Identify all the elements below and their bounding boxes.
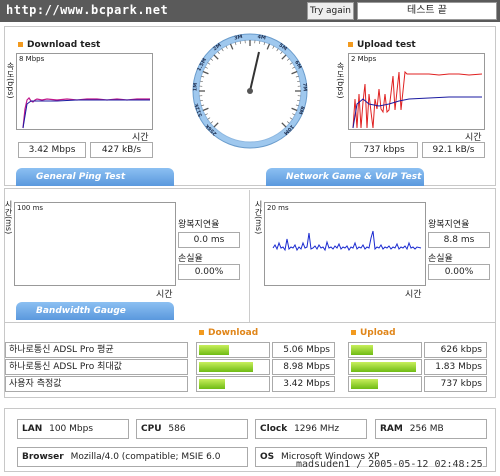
bw-upload-value: 1.83 Mbps	[424, 359, 487, 375]
upload-graph: 2 Mbps	[348, 53, 485, 130]
game-rtt-label: 왕복지연율	[428, 220, 470, 230]
panel-divider	[249, 190, 250, 324]
game-loss-value: 0.00%	[428, 264, 490, 280]
download-title: Download test	[18, 40, 100, 50]
download-line-chart	[22, 97, 150, 129]
clock-info: Clock 1296 MHz	[255, 419, 367, 439]
upload-kbps: 737 kbps	[350, 142, 418, 158]
lan-info: LAN 100 Mbps	[17, 419, 129, 439]
footer-stamp: madsuden1 / 2005-05-12 02:48:25	[296, 459, 483, 470]
bw-upload-bar	[348, 342, 422, 358]
bw-download-fill	[199, 379, 225, 389]
ping-graph: 100 ms	[14, 202, 176, 286]
bandwidth-banner: Bandwidth Gauge	[16, 302, 174, 320]
gauge-hub	[247, 88, 253, 94]
bw-download-bar	[196, 376, 270, 392]
bw-download-value: 3.42 Mbps	[272, 376, 335, 392]
gauge-tick-label: 1M	[192, 83, 199, 92]
cpu-info: CPU 586	[136, 419, 248, 439]
test-status: 테스트 끝	[357, 2, 497, 20]
bw-row-label: 하나로통신 ADSL Pro 평균	[5, 342, 188, 358]
ping-rtt-value: 0.0 ms	[178, 232, 240, 248]
bullet-icon	[348, 42, 353, 47]
bw-download-value: 8.98 Mbps	[272, 359, 335, 375]
bw-download-bar	[196, 359, 270, 375]
game-line-chart	[272, 230, 422, 252]
bw-upload-fill	[351, 379, 379, 389]
ping-loss-label: 손실율	[178, 254, 203, 264]
upload-ylabel: 속도(bps)	[336, 62, 345, 99]
bw-download-bar	[196, 342, 270, 358]
ram-info: RAM 256 MB	[375, 419, 487, 439]
game-ylabel: 시간(ms)	[254, 200, 263, 235]
bw-upload-value: 626 kbps	[424, 342, 487, 358]
bullet-icon	[18, 42, 23, 47]
ping-rtt-label: 왕복지연율	[178, 220, 220, 230]
bullet-icon	[199, 330, 204, 335]
game-rtt-value: 8.8 ms	[428, 232, 490, 248]
download-ylabel: 속도(bps)	[6, 62, 15, 99]
bw-upload-value: 737 kbps	[424, 376, 487, 392]
upload-kbs: 92.1 kB/s	[422, 142, 485, 158]
game-voip-banner: Network Game & VoIP Test	[266, 168, 424, 186]
download-graph: 8 Mbps	[16, 53, 153, 130]
general-ping-banner: General Ping Test	[16, 168, 174, 186]
ping-scale: 100 ms	[17, 204, 44, 212]
bw-upload-fill	[351, 362, 416, 372]
ping-ylabel: 시간(ms)	[4, 200, 13, 235]
try-again-button[interactable]: Try again	[307, 2, 354, 20]
bw-upload-fill	[351, 345, 374, 355]
bw-download-fill	[199, 345, 229, 355]
bw-row-label: 하나로통신 ADSL Pro 최대값	[5, 359, 188, 375]
browser-info: Browser Mozilla/4.0 (compatible; MSIE 6.…	[17, 447, 248, 467]
game-scale: 20 ms	[267, 204, 289, 212]
bw-upload-title: Upload	[351, 328, 396, 338]
download-mbps: 3.42 Mbps	[18, 142, 86, 158]
ping-loss-value: 0.00%	[178, 264, 240, 280]
bw-row-label: 사용자 측정값	[5, 376, 188, 392]
site-url: http://www.bcpark.net	[6, 3, 169, 17]
game-loss-label: 손실율	[428, 254, 453, 264]
bw-upload-bar	[348, 359, 422, 375]
speed-gauge: 256k 512k 1M 1.5M 2M 3M 4M 5M 6M 7M 8M 10M	[191, 32, 309, 150]
gauge-tick-label: 7M	[301, 83, 308, 92]
upload-scale: 2 Mbps	[351, 55, 377, 63]
ping-xlabel: 시간	[156, 290, 173, 300]
bw-download-title: Download	[199, 328, 258, 338]
bw-download-fill	[199, 362, 254, 372]
bw-upload-bar	[348, 376, 422, 392]
bw-download-value: 5.06 Mbps	[272, 342, 335, 358]
upload-line-chart	[352, 70, 483, 129]
game-xlabel: 시간	[405, 290, 422, 300]
bullet-icon	[351, 330, 356, 335]
download-kbs: 427 kB/s	[90, 142, 153, 158]
game-graph: 20 ms	[264, 202, 426, 286]
download-scale: 8 Mbps	[19, 55, 45, 63]
upload-title: Upload test	[348, 40, 416, 50]
